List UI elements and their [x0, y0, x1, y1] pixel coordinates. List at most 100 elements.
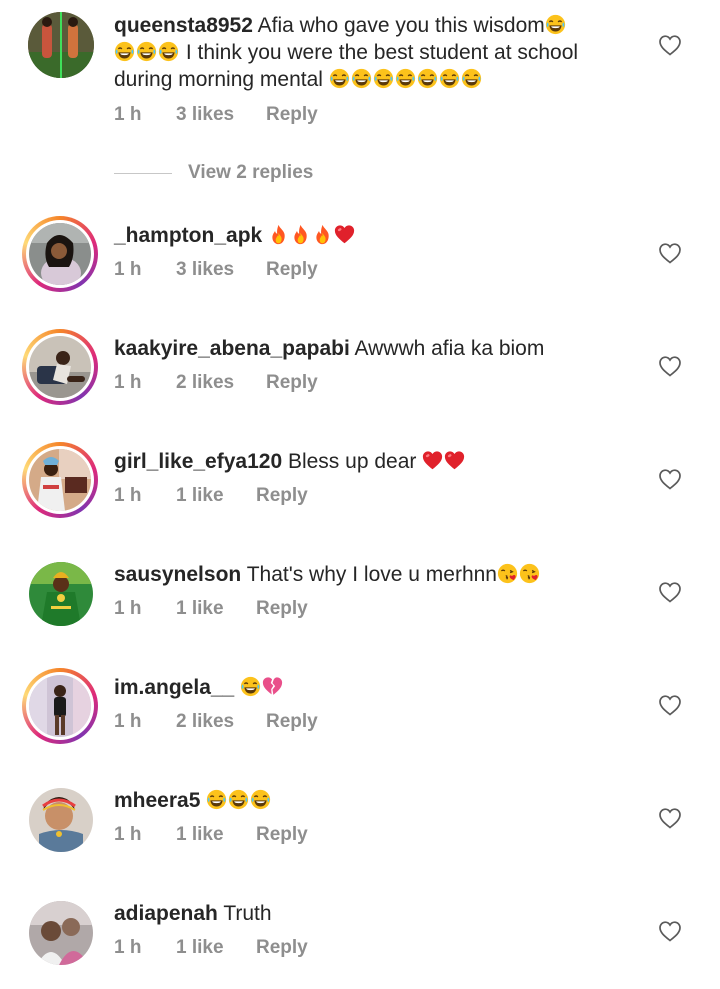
avatar-image: [29, 336, 91, 398]
comment-meta: 1 h 1 like Reply: [114, 598, 308, 620]
heart-outline-icon[interactable]: [658, 694, 682, 716]
comment-meta: 1 h 3 likes Reply: [114, 259, 318, 281]
comment-meta: 1 h 2 likes Reply: [114, 372, 318, 394]
comment-meta: 1 h 1 like Reply: [114, 937, 308, 959]
comment-likes[interactable]: 3 likes: [176, 259, 266, 281]
comment-likes[interactable]: 3 likes: [176, 104, 266, 126]
comment-time: 1 h: [114, 259, 142, 280]
comment-text: sausynelson That's why I love u merhnn: [114, 561, 624, 588]
view-replies-label: View 2 replies: [188, 162, 314, 183]
comment-text: mheera5: [114, 787, 624, 814]
comment-likes[interactable]: 1 like: [176, 598, 256, 620]
comment-time: 1 h: [114, 937, 142, 958]
comment-username[interactable]: queensta8952: [114, 14, 253, 37]
avatar-image: [29, 675, 91, 737]
reply-button[interactable]: Reply: [256, 598, 308, 620]
comment-time: 1 h: [114, 824, 142, 845]
avatar-image: [28, 12, 94, 78]
comment-likes[interactable]: 1 like: [176, 485, 256, 507]
laugh-emoji-icon: [114, 41, 135, 62]
comment-time: 1 h: [114, 598, 142, 619]
comment-username[interactable]: adiapenah: [114, 902, 218, 925]
reply-button[interactable]: Reply: [256, 485, 308, 507]
laugh-emoji-icon: [158, 41, 179, 62]
laugh-emoji-icon: [240, 676, 261, 697]
heart-outline-icon[interactable]: [658, 34, 682, 56]
laugh-emoji-icon: [136, 41, 157, 62]
comment-body-line2: I think you were the best student at sch…: [180, 41, 579, 64]
comment-username[interactable]: _hampton_apk: [114, 224, 262, 247]
avatar-image: [29, 223, 91, 285]
laugh-emoji-icon: [545, 14, 566, 35]
avatar[interactable]: [26, 785, 96, 855]
laugh-emoji-icon: [228, 789, 249, 810]
laugh-emoji-icon: [250, 789, 271, 810]
comment-likes[interactable]: 2 likes: [176, 711, 266, 733]
comment-body: That's why I love u merhnn: [241, 563, 497, 586]
comment-body: Bless up dear: [282, 450, 423, 473]
avatar[interactable]: [22, 442, 98, 518]
laugh-emoji-icon: [206, 789, 227, 810]
avatar[interactable]: [26, 898, 96, 968]
fire-emoji-icon: [312, 224, 333, 245]
laugh-emoji-icon: [461, 68, 482, 89]
view-replies-button[interactable]: View 2 replies: [114, 162, 313, 184]
comment-meta: 1 h 1 like Reply: [114, 485, 308, 507]
laugh-emoji-icon: [439, 68, 460, 89]
comment-text: queensta8952 Afia who gave you this wisd…: [114, 12, 624, 93]
comment-likes[interactable]: 2 likes: [176, 372, 266, 394]
avatar[interactable]: [26, 10, 96, 80]
comment-time: 1 h: [114, 372, 142, 393]
comment-body-line1: Afia who gave you this wisdom: [252, 14, 545, 37]
heart-outline-icon[interactable]: [658, 355, 682, 377]
heart-outline-icon[interactable]: [658, 581, 682, 603]
avatar-image: [29, 901, 93, 965]
comment-text: girl_like_efya120 Bless up dear: [114, 448, 624, 475]
comment-time: 1 h: [114, 711, 142, 732]
laugh-emoji-icon: [395, 68, 416, 89]
comment-text: adiapenah Truth: [114, 900, 624, 927]
comment-likes[interactable]: 1 like: [176, 937, 256, 959]
comment-body: Truth: [217, 902, 272, 925]
reply-button[interactable]: Reply: [266, 259, 318, 281]
comment-text: im.angela__: [114, 674, 624, 701]
heart-outline-icon[interactable]: [658, 468, 682, 490]
laugh-emoji-icon: [373, 68, 394, 89]
comment-time: 1 h: [114, 104, 142, 125]
avatar[interactable]: [26, 559, 96, 629]
fire-emoji-icon: [290, 224, 311, 245]
reply-button[interactable]: Reply: [266, 372, 318, 394]
reply-button[interactable]: Reply: [266, 711, 318, 733]
face-blowing-kiss-emoji-icon: [497, 563, 518, 584]
heart-outline-icon[interactable]: [658, 807, 682, 829]
broken-heart-emoji-icon: [262, 676, 283, 697]
avatar[interactable]: [22, 329, 98, 405]
comment-meta: 1 h 1 like Reply: [114, 824, 308, 846]
laugh-emoji-icon: [417, 68, 438, 89]
red-heart-emoji-icon: [422, 450, 443, 471]
comment-username[interactable]: sausynelson: [114, 563, 241, 586]
avatar[interactable]: [22, 668, 98, 744]
comment-body: Awwwh afia ka biom: [349, 337, 545, 360]
comment-text: kaakyire_abena_papabi Awwwh afia ka biom: [114, 335, 624, 362]
comment-text: _hampton_apk: [114, 222, 624, 249]
comment-username[interactable]: mheera5: [114, 789, 200, 812]
reply-button[interactable]: Reply: [256, 937, 308, 959]
heart-outline-icon[interactable]: [658, 920, 682, 942]
comment-username[interactable]: kaakyire_abena_papabi: [114, 337, 350, 360]
reply-button[interactable]: Reply: [266, 104, 318, 126]
reply-button[interactable]: Reply: [256, 824, 308, 846]
comment-time: 1 h: [114, 485, 142, 506]
laugh-emoji-icon: [329, 68, 350, 89]
red-heart-emoji-icon: [334, 224, 355, 245]
heart-outline-icon[interactable]: [658, 242, 682, 264]
avatar[interactable]: [22, 216, 98, 292]
laugh-emoji-icon: [351, 68, 372, 89]
comment-meta: 1 h 3 likes Reply: [114, 104, 318, 126]
comment-username[interactable]: im.angela__: [114, 676, 234, 699]
comment-likes[interactable]: 1 like: [176, 824, 256, 846]
avatar-image: [29, 788, 93, 852]
comment-username[interactable]: girl_like_efya120: [114, 450, 282, 473]
avatar-image: [29, 562, 93, 626]
fire-emoji-icon: [268, 224, 289, 245]
